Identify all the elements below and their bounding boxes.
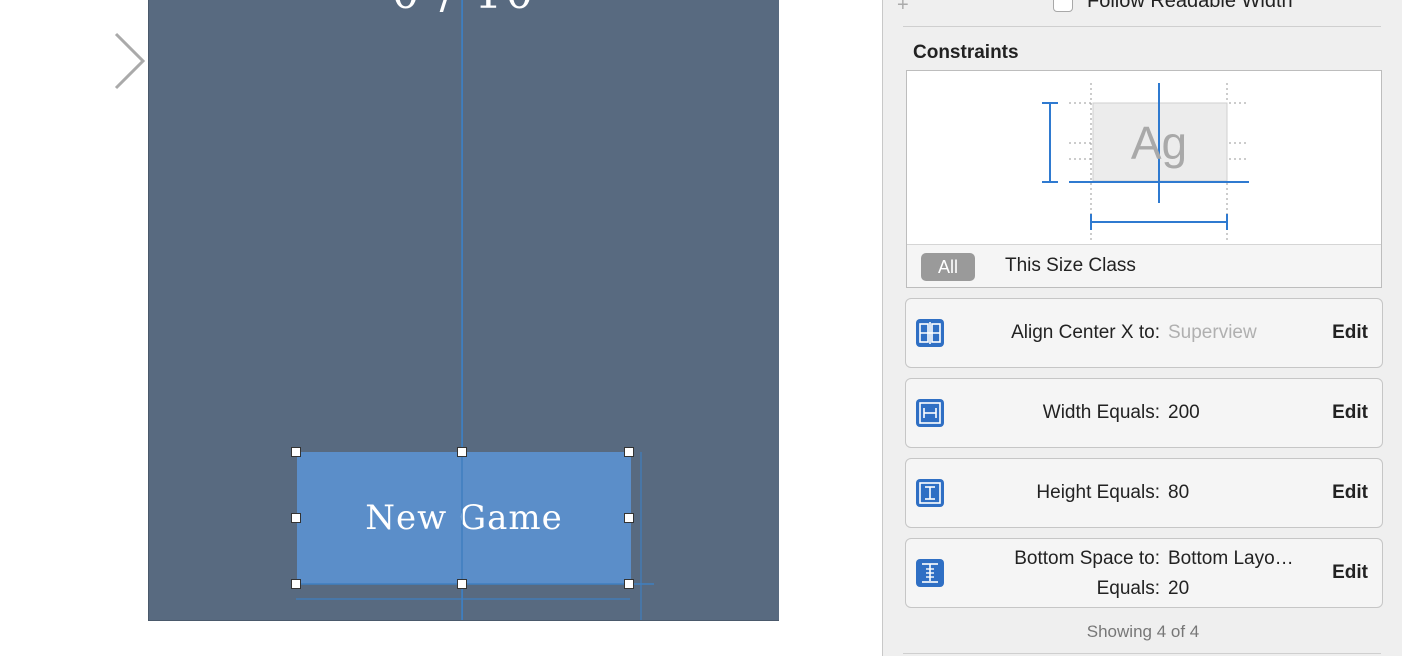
constraint-row-width[interactable]: Width Equals: 200 Edit xyxy=(905,378,1383,448)
constraint-row-height[interactable]: Height Equals: 80 Edit xyxy=(905,458,1383,528)
height-icon xyxy=(916,479,944,507)
resize-handle-left[interactable] xyxy=(291,513,301,523)
constraint-row-align-center-x[interactable]: Align Center X to: Superview Edit xyxy=(905,298,1383,368)
constraint-count-label: Showing 4 of 4 xyxy=(1086,622,1200,641)
storyboard-canvas[interactable]: 0 / 10 New Game xyxy=(0,0,882,656)
follow-readable-width-checkbox[interactable] xyxy=(1053,0,1073,12)
resize-handle-bottom-left[interactable] xyxy=(291,579,301,589)
edit-constraint-button[interactable]: Edit xyxy=(1332,402,1368,424)
edit-constraint-button[interactable]: Edit xyxy=(1332,562,1368,584)
align-center-x-icon xyxy=(916,319,944,347)
resize-handle-top[interactable] xyxy=(457,447,467,457)
constraint-value: 80 xyxy=(1168,482,1190,503)
width-icon xyxy=(916,399,944,427)
bottom-space-icon xyxy=(916,559,944,587)
tab-this-size-class[interactable]: This Size Class xyxy=(1005,255,1136,277)
initial-view-controller-arrow-icon xyxy=(0,32,146,90)
view-controller-scene[interactable]: 0 / 10 New Game xyxy=(148,0,779,621)
tab-all[interactable]: All xyxy=(921,253,975,281)
constraint-label: Height Equals: xyxy=(1036,482,1160,503)
resize-handle-bottom-right[interactable] xyxy=(624,579,634,589)
constraint-label: Bottom Space to: xyxy=(1014,548,1160,569)
divider xyxy=(903,26,1381,27)
constraint-preview-graphic: Ag xyxy=(1042,83,1249,241)
resize-handle-top-right[interactable] xyxy=(624,447,634,457)
edit-constraint-button[interactable]: Edit xyxy=(1332,322,1368,344)
edit-constraint-button[interactable]: Edit xyxy=(1332,482,1368,504)
resize-handle-top-left[interactable] xyxy=(291,447,301,457)
resize-handle-bottom[interactable] xyxy=(457,579,467,589)
follow-readable-width-label: Follow Readable Width xyxy=(1087,0,1293,12)
constraints-section-title: Constraints xyxy=(913,42,1019,63)
constraint-row-bottom-space[interactable]: Bottom Space to: Bottom Layo… Equals: 20… xyxy=(905,538,1383,608)
preview-text: Ag xyxy=(1131,117,1187,169)
new-game-button[interactable]: New Game xyxy=(297,452,631,584)
divider xyxy=(903,653,1381,654)
constraint-value: Superview xyxy=(1168,322,1257,343)
constraint-value: 200 xyxy=(1168,402,1200,423)
follow-readable-width-row: + Follow Readable Width xyxy=(883,0,1402,22)
plus-icon[interactable]: + xyxy=(897,0,909,17)
resize-handle-right[interactable] xyxy=(624,513,634,523)
constraint-label-secondary: Equals: xyxy=(1096,578,1160,599)
score-label[interactable]: 0 / 10 xyxy=(149,0,779,19)
constraint-value: Bottom Layo… xyxy=(1168,548,1294,569)
constraint-diagram[interactable]: Ag All This Size Class xyxy=(906,70,1382,288)
size-inspector: + Follow Readable Width Constraints Ag A… xyxy=(882,0,1402,656)
size-class-tabs: All This Size Class xyxy=(907,244,1381,287)
constraint-label: Width Equals: xyxy=(1042,402,1160,423)
constraint-value-secondary: 20 xyxy=(1168,578,1190,599)
constraint-label: Align Center X to: xyxy=(1011,322,1160,343)
